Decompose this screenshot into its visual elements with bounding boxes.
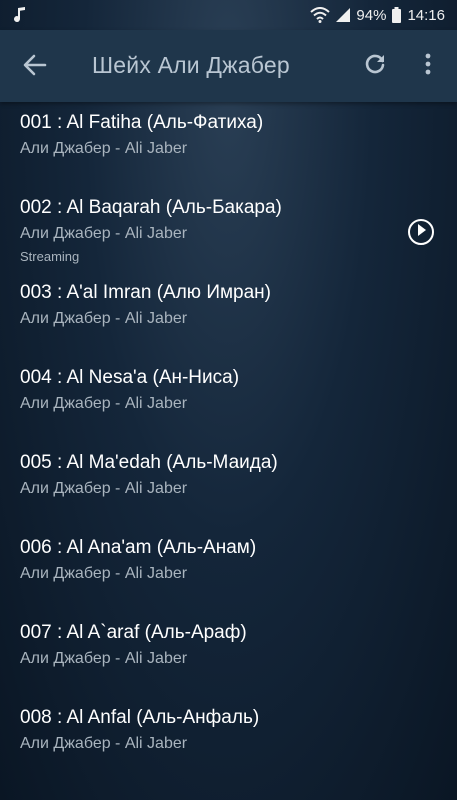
track-artist: Али Джабер - Ali Jaber xyxy=(20,225,188,242)
page-title: Шейх Али Джабер xyxy=(92,52,290,78)
track-artist: Али Джабер - Ali Jaber xyxy=(20,650,188,667)
battery-icon xyxy=(392,7,402,23)
track-title: 006 : Al Ana'am (Аль-Анам) xyxy=(20,537,257,558)
more-options-button[interactable] xyxy=(418,52,438,80)
play-button[interactable] xyxy=(408,219,434,245)
list-item[interactable]: 004 : Al Nesa'a (Ан-Ниса) Али Джабер - A… xyxy=(0,357,457,442)
signal-icon xyxy=(336,8,351,22)
refresh-button[interactable] xyxy=(361,52,389,80)
wifi-icon xyxy=(310,7,331,23)
track-artist: Али Джабер - Ali Jaber xyxy=(20,565,188,582)
battery-percent: 94% xyxy=(356,6,387,24)
list-item[interactable]: 006 : Al Ana'am (Аль-Анам) Али Джабер - … xyxy=(0,527,457,612)
list-item[interactable]: 003 : A'al Imran (Алю Имран) Али Джабер … xyxy=(0,272,457,357)
arrow-left-icon xyxy=(23,54,47,81)
status-bar: 94% 14:16 xyxy=(0,0,457,30)
track-title: 005 : Al Ma'edah (Аль-Маида) xyxy=(20,452,278,473)
refresh-icon xyxy=(363,52,387,81)
track-artist: Али Джабер - Ali Jaber xyxy=(20,310,188,327)
back-button[interactable] xyxy=(20,52,50,82)
play-icon xyxy=(416,223,426,241)
streaming-status: Streaming xyxy=(20,249,80,264)
track-artist: Али Джабер - Ali Jaber xyxy=(20,140,188,157)
track-title: 004 : Al Nesa'a (Ан-Ниса) xyxy=(20,367,240,388)
app-bar: Шейх Али Джабер xyxy=(0,30,457,102)
track-artist: Али Джабер - Ali Jaber xyxy=(20,395,188,412)
track-title: 002 : Al Baqarah (Аль-Бакара) xyxy=(20,197,282,218)
list-item[interactable]: 005 : Al Ma'edah (Аль-Маида) Али Джабер … xyxy=(0,442,457,527)
track-title: 003 : A'al Imran (Алю Имран) xyxy=(20,282,271,303)
track-title: 007 : Al A`araf (Аль-Араф) xyxy=(20,622,247,643)
track-title: 008 : Al Anfal (Аль-Анфаль) xyxy=(20,707,260,728)
track-artist: Али Джабер - Ali Jaber xyxy=(20,480,188,497)
track-artist: Али Джабер - Ali Jaber xyxy=(20,735,188,752)
list-item[interactable]: 001 : Al Fatiha (Аль-Фатиха) Али Джабер … xyxy=(0,102,457,187)
list-item[interactable]: 002 : Al Baqarah (Аль-Бакара) Али Джабер… xyxy=(0,187,457,272)
track-title: 001 : Al Fatiha (Аль-Фатиха) xyxy=(20,112,264,133)
list-item[interactable]: 008 : Al Anfal (Аль-Анфаль) Али Джабер -… xyxy=(0,697,457,782)
music-note-icon xyxy=(14,7,26,23)
clock: 14:16 xyxy=(407,6,445,24)
list-item[interactable]: 007 : Al A`araf (Аль-Араф) Али Джабер - … xyxy=(0,612,457,697)
more-vert-icon xyxy=(425,53,431,80)
